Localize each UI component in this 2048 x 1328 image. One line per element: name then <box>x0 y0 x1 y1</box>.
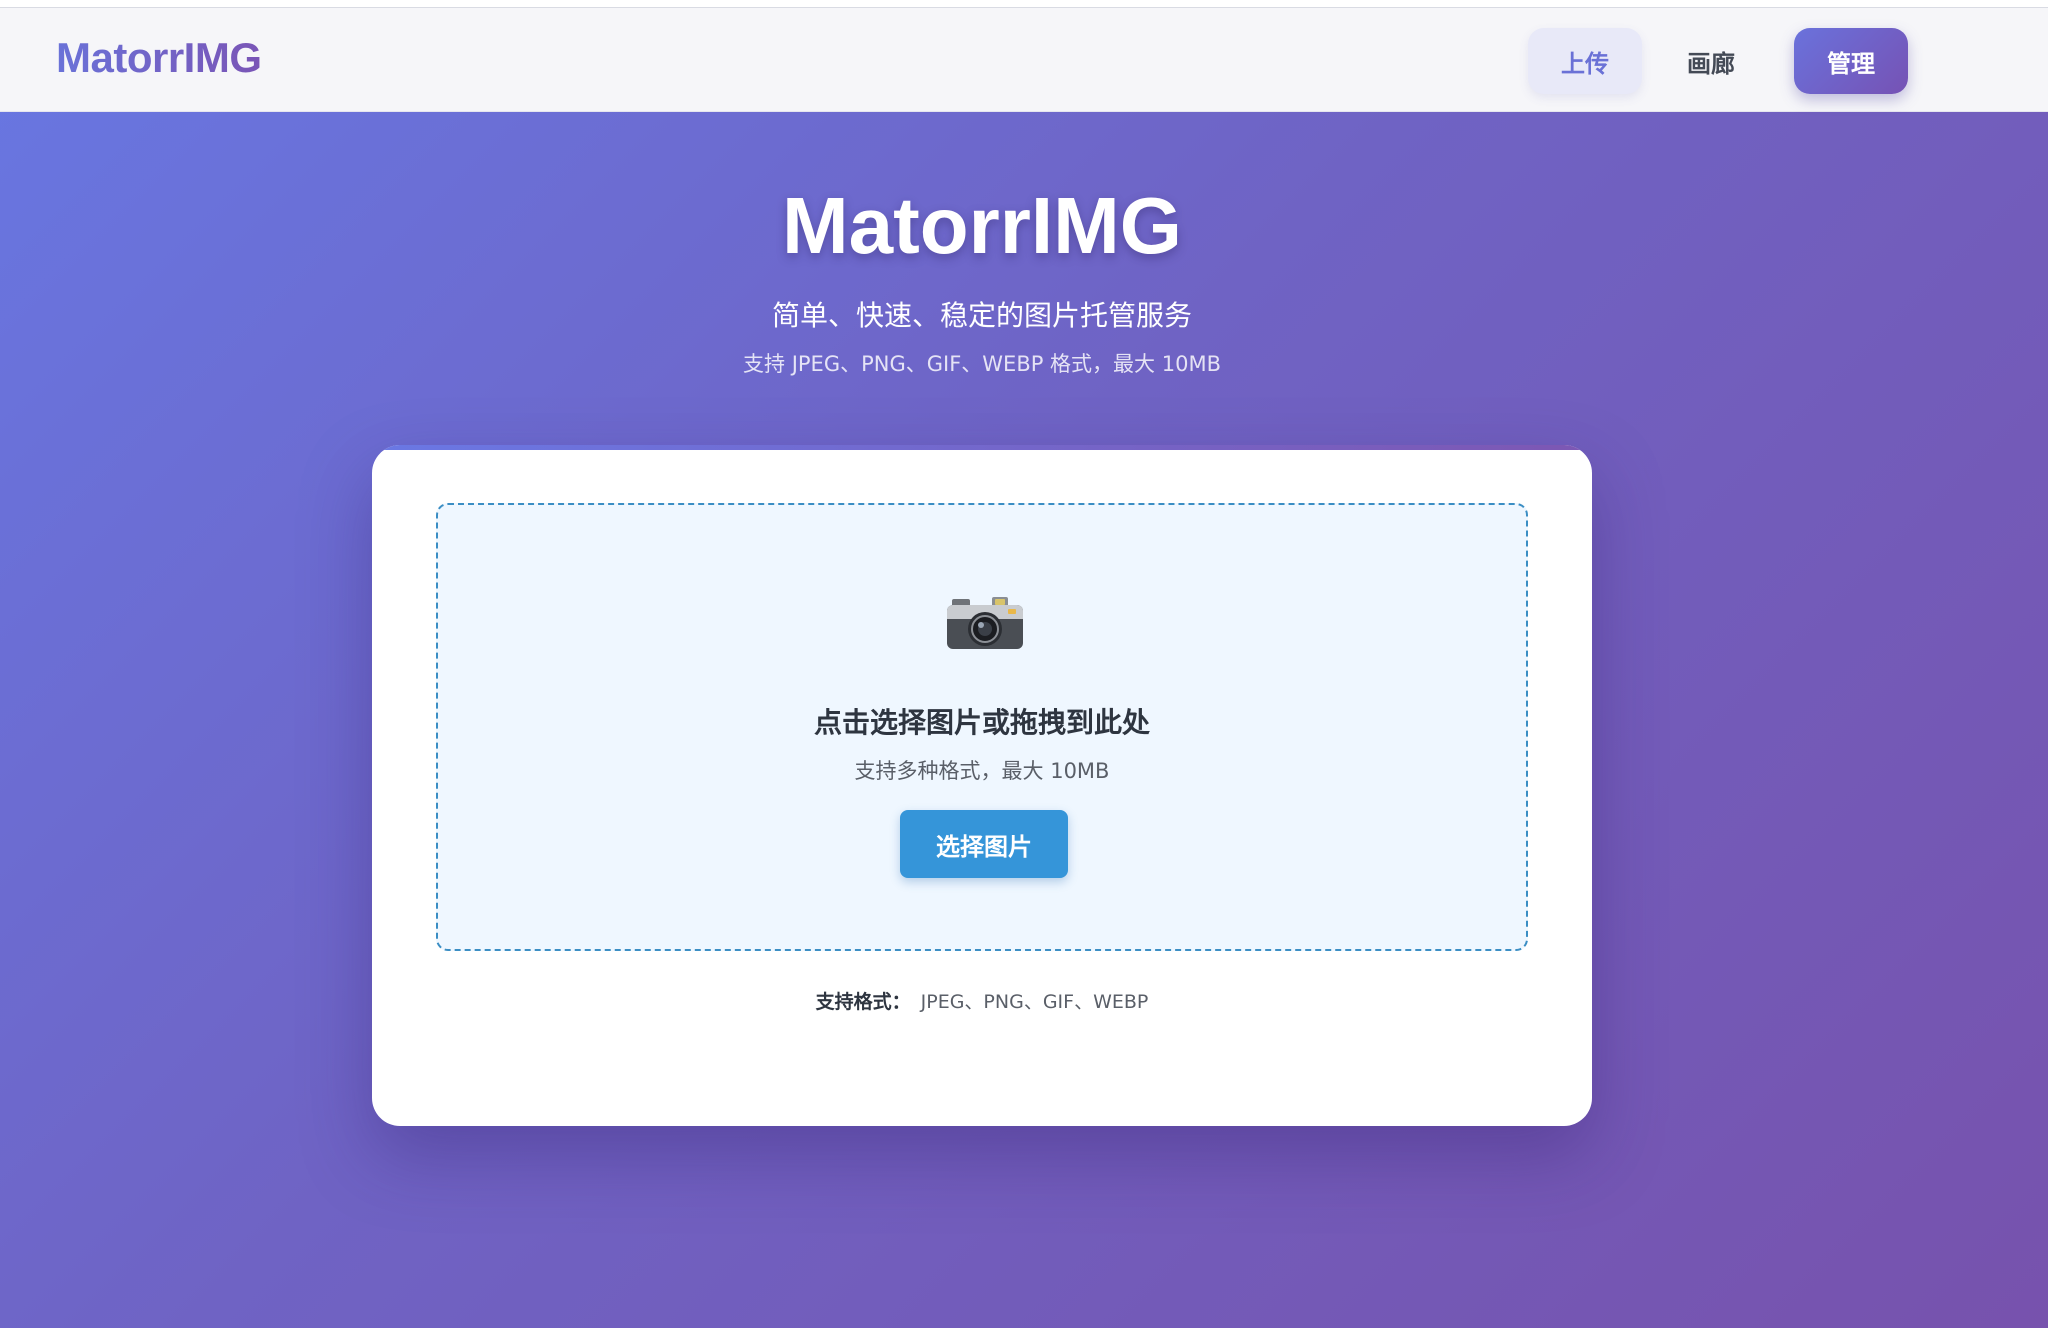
upload-card: 点击选择图片或拖拽到此处 支持多种格式，最大 10MB 选择图片 支持格式： JP… <box>372 445 1592 1126</box>
top-navbar: MatorrIMG 上传 画廊 管理 <box>0 8 2048 112</box>
dropzone-title: 点击选择图片或拖拽到此处 <box>813 706 1150 739</box>
supported-formats-value: JPEG、PNG、GIF、WEBP <box>920 991 1149 1013</box>
camera-icon <box>947 597 1023 649</box>
nav-upload-button[interactable]: 上传 <box>1528 28 1642 94</box>
card-accent-bar <box>372 445 1592 450</box>
window-top-edge <box>0 0 2048 8</box>
upload-dropzone[interactable]: 点击选择图片或拖拽到此处 支持多种格式，最大 10MB 选择图片 <box>436 503 1528 951</box>
supported-formats-label: 支持格式： <box>815 991 911 1013</box>
hero-format-note: 支持 JPEG、PNG、GIF、WEBP 格式，最大 10MB <box>743 352 1221 376</box>
supported-formats: 支持格式： JPEG、PNG、GIF、WEBP <box>372 987 1592 1014</box>
nav-admin-button[interactable]: 管理 <box>1794 28 1908 94</box>
hero-title: MatorrIMG <box>782 181 1182 270</box>
choose-image-button[interactable]: 选择图片 <box>900 810 1068 878</box>
hero-subtitle: 简单、快速、稳定的图片托管服务 <box>771 299 1192 332</box>
dropzone-subtitle: 支持多种格式，最大 10MB <box>854 759 1110 783</box>
nav-gallery-button[interactable]: 画廊 <box>1656 28 1766 94</box>
brand-logo[interactable]: MatorrIMG <box>56 34 262 82</box>
